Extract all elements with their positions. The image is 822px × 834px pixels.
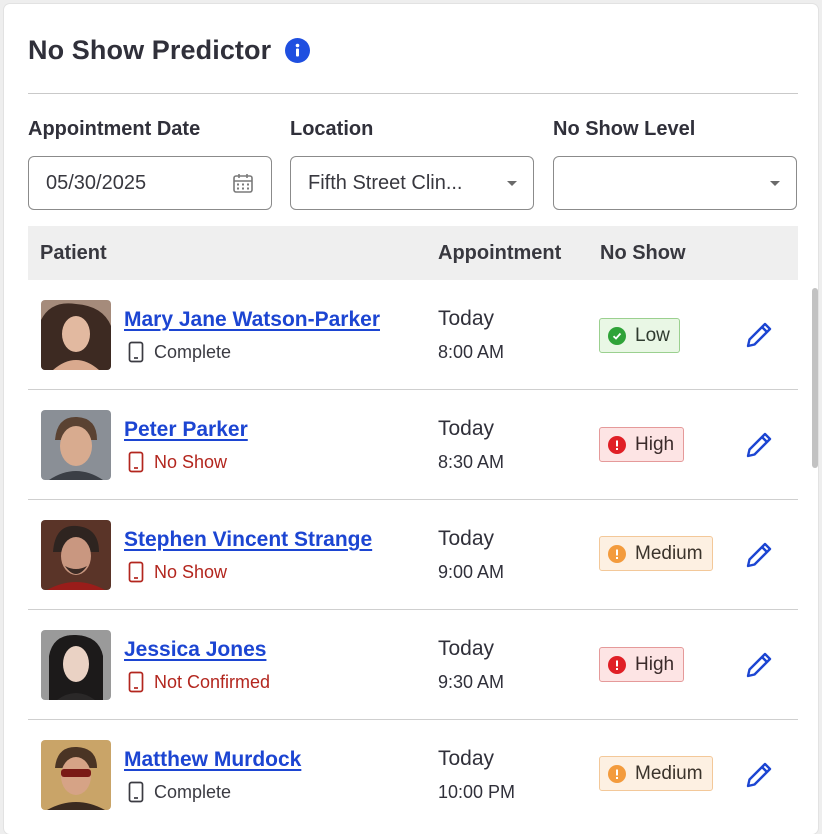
avatar: [41, 520, 111, 590]
no-show-level-text: Medium: [635, 542, 703, 564]
chevron-down-icon: [770, 180, 780, 186]
alert-circle-icon: [608, 764, 626, 783]
no-show-level-badge: Low: [599, 318, 680, 353]
patient-name-link[interactable]: Stephen Vincent Strange: [124, 528, 372, 552]
appointment-time: 8:00 AM: [438, 342, 505, 362]
alert-circle-icon: [608, 435, 626, 454]
no-show-level-badge: High: [599, 647, 685, 682]
table-row: Jessica Jones Not Confirmed Today 9:30 A…: [28, 610, 798, 720]
mobile-phone-icon: [128, 561, 144, 583]
table-row: Stephen Vincent Strange No Show Today 9:…: [28, 500, 798, 610]
filters: Appointment Date 05/30/2025 Location Fif…: [28, 116, 798, 212]
info-icon[interactable]: [285, 37, 311, 63]
column-header-no-show[interactable]: No Show: [600, 226, 686, 280]
location-value: Fifth Street Clin...: [308, 171, 463, 194]
no-show-level-badge: High: [599, 427, 685, 462]
appointment-date-input[interactable]: 05/30/2025: [28, 156, 272, 210]
patient-status-label: No Show: [154, 561, 228, 582]
appointment-time: 10:00 PM: [438, 782, 516, 802]
calendar-icon[interactable]: [231, 171, 255, 195]
appointment-date-filter: Appointment Date 05/30/2025: [28, 116, 272, 210]
appointments-table: Patient Appointment No Show Mary Jane Wa…: [28, 226, 798, 834]
mobile-phone-icon: [128, 671, 144, 693]
page-title: No Show Predictor: [28, 34, 272, 65]
appointment-day: Today: [438, 637, 495, 660]
table-row: Mary Jane Watson-Parker Complete Today 8…: [28, 280, 798, 390]
avatar: [41, 410, 111, 480]
chevron-down-icon: [507, 180, 517, 186]
avatar: [41, 300, 111, 370]
title-divider: [28, 93, 798, 94]
patient-name-link[interactable]: Mary Jane Watson-Parker: [124, 308, 380, 332]
edit-pencil-icon[interactable]: [742, 648, 776, 682]
no-show-level-text: High: [635, 653, 675, 675]
appointment-day: Today: [438, 747, 495, 770]
patient-name-link[interactable]: Peter Parker: [124, 418, 248, 442]
edit-pencil-icon[interactable]: [742, 538, 776, 572]
no-show-level-text: Low: [635, 324, 670, 346]
appointment-time: 9:00 AM: [438, 562, 505, 582]
no-show-level-text: Medium: [635, 762, 703, 784]
appointment-day: Today: [438, 417, 495, 440]
location-label: Location: [290, 118, 374, 140]
table-header: Patient Appointment No Show: [28, 226, 798, 280]
no-show-predictor-card: No Show Predictor Appointment Date 05/30…: [4, 4, 818, 834]
column-header-patient[interactable]: Patient: [40, 226, 107, 280]
patient-name-link[interactable]: Jessica Jones: [124, 638, 266, 662]
location-filter: Location Fifth Street Clin...: [290, 116, 534, 210]
edit-pencil-icon[interactable]: [742, 318, 776, 352]
avatar: [41, 740, 111, 810]
edit-pencil-icon[interactable]: [742, 758, 776, 792]
appointment-day: Today: [438, 527, 495, 550]
patient-status-label: Not Confirmed: [154, 671, 271, 692]
no-show-level-filter: No Show Level: [553, 116, 797, 210]
patient-status-label: Complete: [154, 781, 232, 802]
mobile-phone-icon: [128, 781, 144, 803]
header: No Show Predictor: [28, 34, 311, 66]
patient-status: No Show: [128, 451, 227, 473]
patient-status-label: No Show: [154, 451, 228, 472]
avatar: [41, 630, 111, 700]
no-show-level-badge: Medium: [599, 536, 713, 571]
table-row: Matthew Murdock Complete Today 10:00 PM …: [28, 720, 798, 830]
mobile-phone-icon: [128, 451, 144, 473]
edit-pencil-icon[interactable]: [742, 428, 776, 462]
alert-circle-icon: [608, 655, 626, 674]
no-show-level-label: No Show Level: [553, 118, 696, 140]
location-select[interactable]: Fifth Street Clin...: [290, 156, 534, 210]
patient-status: Complete: [128, 341, 231, 363]
column-header-appointment[interactable]: Appointment: [438, 226, 561, 280]
appointment-date-label: Appointment Date: [28, 118, 201, 140]
patient-status-label: Complete: [154, 341, 232, 362]
appointment-time: 8:30 AM: [438, 452, 505, 472]
patient-status: Not Confirmed: [128, 671, 270, 693]
no-show-level-text: High: [635, 433, 675, 455]
mobile-phone-icon: [128, 341, 144, 363]
alert-circle-icon: [608, 544, 626, 563]
patient-status: No Show: [128, 561, 227, 583]
appointment-time: 9:30 AM: [438, 672, 505, 692]
no-show-level-badge: Medium: [599, 756, 713, 791]
table-row: Peter Parker No Show Today 8:30 AM High: [28, 390, 798, 500]
patient-name-link[interactable]: Matthew Murdock: [124, 748, 301, 772]
vertical-scrollbar[interactable]: [812, 288, 818, 468]
patient-status: Complete: [128, 781, 231, 803]
check-circle-icon: [608, 326, 626, 345]
appointment-date-value: 05/30/2025: [46, 171, 147, 194]
appointment-day: Today: [438, 307, 495, 330]
no-show-level-select[interactable]: [553, 156, 797, 210]
